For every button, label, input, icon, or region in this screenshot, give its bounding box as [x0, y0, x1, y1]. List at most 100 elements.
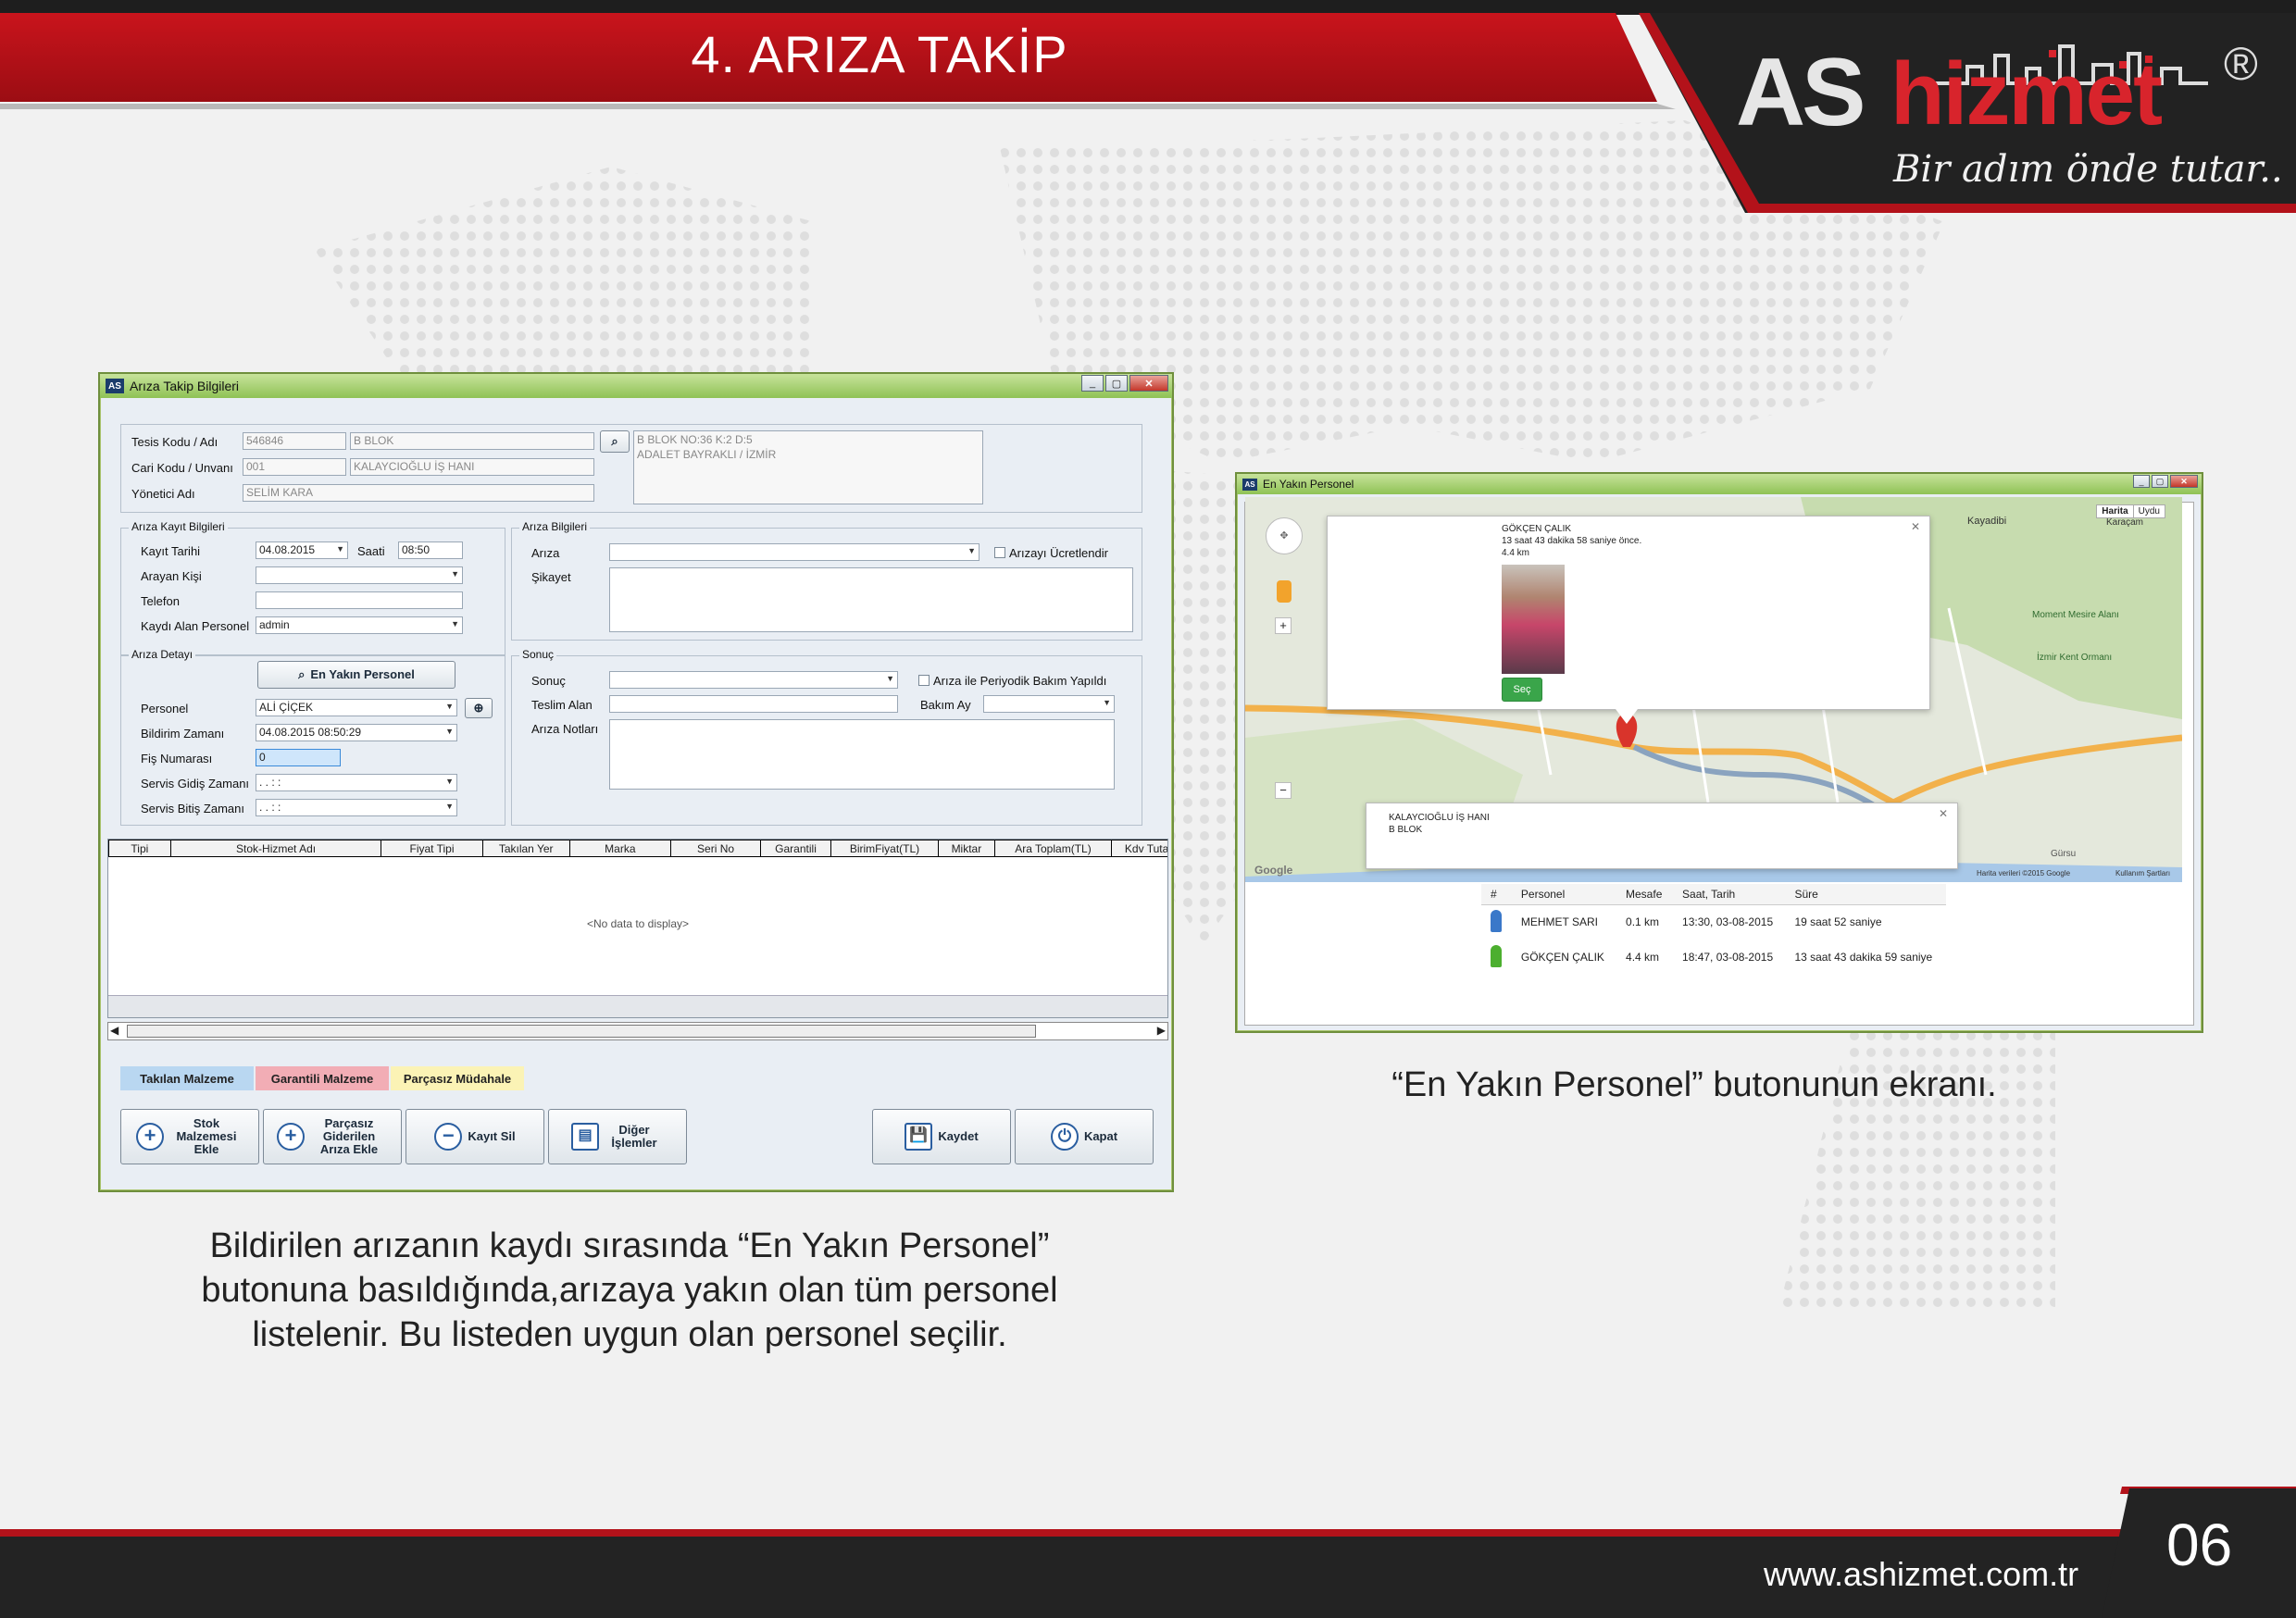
map-close-button[interactable]: ✕ — [2170, 475, 2198, 488]
kaydet-button[interactable]: 💾 Kaydet — [872, 1109, 1011, 1164]
ariza-label: Arıza — [531, 546, 560, 560]
pegman-icon[interactable] — [1277, 580, 1292, 603]
gidis-picker[interactable]: . . : : — [256, 774, 457, 791]
kayit-sil-button[interactable]: − Kayıt Sil — [406, 1109, 544, 1164]
person-icon-cell — [1481, 904, 1512, 940]
place-kent-ormani: İzmir Kent Ormanı — [2037, 653, 2113, 663]
map-type-uydu[interactable]: Uydu — [2134, 505, 2165, 517]
grid-column-header[interactable]: Takılan Yer — [481, 840, 570, 857]
personel-name: GÖKÇEN ÇALIK — [1520, 951, 1604, 964]
teslim-field[interactable] — [609, 695, 898, 713]
sonuc-label: Sonuç — [531, 674, 566, 688]
stok-button-label: Stok Malzemesi Ekle — [176, 1116, 237, 1156]
minimize-button[interactable]: _ — [1081, 375, 1104, 392]
pan-control-icon[interactable]: ✥ — [1266, 517, 1303, 554]
personel-combo[interactable]: ALİ ÇİÇEK — [256, 699, 457, 716]
tesis-adi-field[interactable]: B BLOK — [350, 432, 594, 450]
map-maximize-button[interactable]: ▢ — [2152, 475, 2168, 488]
window-titlebar[interactable]: AS Arıza Takip Bilgileri — [100, 374, 1172, 398]
kayit-tarihi-picker[interactable]: 04.08.2015 — [256, 541, 348, 559]
notlar-textarea[interactable] — [609, 719, 1115, 790]
grid-column-header[interactable]: Stok-Hizmet Adı — [169, 840, 382, 857]
bakim-ay-combo[interactable] — [983, 695, 1115, 713]
ucretli-checkbox[interactable] — [994, 547, 1005, 558]
cari-kodu-field[interactable]: 001 — [243, 458, 346, 476]
diger-islemler-button[interactable]: ▤ Diğer İşlemler — [548, 1109, 687, 1164]
tesis-search-button[interactable]: ⌕ — [600, 430, 630, 453]
zoom-out-button[interactable]: − — [1275, 782, 1292, 799]
bubble-close-icon[interactable]: ✕ — [1911, 520, 1920, 533]
periyodik-label: Arıza ile Periyodik Bakım Yapıldı — [933, 674, 1107, 688]
grid-column-header[interactable]: BirimFiyat(TL) — [830, 840, 940, 857]
stok-malzemesi-ekle-button[interactable]: + Stok Malzemesi Ekle — [120, 1109, 259, 1164]
bubble1-name: GÖKÇEN ÇALIK — [1502, 524, 1572, 534]
ariza-combo[interactable] — [609, 543, 980, 561]
caption-left: Bildirilen arızanın kaydı sırasında “En … — [201, 1226, 1058, 1354]
grid-column-header[interactable]: Marka — [568, 840, 671, 857]
scroll-left-icon[interactable]: ◀ — [110, 1024, 119, 1037]
place-karacam: Karaçam — [2106, 517, 2144, 528]
grid-column-header[interactable]: Seri No — [669, 840, 762, 857]
ptable-column-header: Mesafe — [1616, 884, 1674, 905]
sec-button[interactable]: Seç — [1502, 678, 1542, 702]
personel-time: 13:30, 03-08-2015 — [1682, 915, 1774, 929]
website-link[interactable]: www.ashizmet.com.tr — [1764, 1555, 2078, 1594]
maximize-button[interactable]: ▢ — [1105, 375, 1128, 392]
cari-label: Cari Kodu / Unvanı — [131, 461, 233, 475]
close-button[interactable]: ✕ — [1129, 375, 1168, 392]
personel-row[interactable]: GÖKÇEN ÇALIK 4.4 km 18:47, 03-08-2015 13 sa… — [1481, 940, 1946, 975]
ptable-column-header: Saat, Tarih — [1673, 884, 1786, 905]
fis-field[interactable]: 0 — [256, 749, 341, 766]
arayan-label: Arayan Kişi — [141, 569, 202, 583]
kaydi-alan-combo[interactable]: admin — [256, 616, 463, 634]
saati-spinner[interactable]: 08:50 — [398, 541, 463, 559]
top-bar — [0, 0, 2296, 15]
zoom-in-button[interactable]: + — [1275, 617, 1292, 634]
personel-name: MEHMET SARI — [1520, 915, 1599, 929]
sikayet-textarea[interactable] — [609, 567, 1133, 632]
bitis-picker[interactable]: . . : : — [256, 799, 457, 816]
map-type-harita[interactable]: Harita — [2097, 505, 2134, 517]
personel-label: Personel — [141, 702, 189, 716]
sonuc-combo[interactable] — [609, 671, 898, 689]
en-yakin-personel-button[interactable]: ⌕ En Yakın Personel — [257, 661, 455, 689]
person-icon — [1491, 909, 1502, 932]
sonuc-group-title: Sonuç — [519, 648, 557, 661]
telefon-field[interactable] — [256, 591, 463, 609]
parcasiz-ariza-ekle-button[interactable]: + Parçasız Giderilen Arıza Ekle — [263, 1109, 402, 1164]
personel-add-button[interactable]: ⊕ — [465, 698, 493, 718]
google-logo: Google — [1254, 864, 1293, 877]
map-window-titlebar[interactable]: AS En Yakın Personel — [1237, 474, 2202, 494]
scroll-right-icon[interactable]: ▶ — [1157, 1024, 1166, 1037]
tesis-kodu-field[interactable]: 546846 — [243, 432, 346, 450]
map-type-control: Harita Uydu — [2096, 504, 2165, 518]
arayan-combo[interactable] — [256, 566, 463, 584]
grid-column-header[interactable]: Fiyat Tipi — [381, 840, 483, 857]
grid-column-header[interactable]: Ara Toplam(TL) — [993, 840, 1113, 857]
cari-unvan-field[interactable]: KALAYCIOĞLU İŞ HANI — [350, 458, 594, 476]
address-box[interactable]: B BLOK NO:36 K:2 D:5 ADALET BAYRAKLI / İ… — [633, 430, 983, 504]
malzeme-grid[interactable]: Tipi Stok-Hizmet Adı Fiyat Tipi Takılan Yer… — [107, 839, 1168, 1018]
fis-label: Fiş Numarası — [141, 752, 213, 765]
periyodik-checkbox[interactable] — [918, 675, 930, 686]
bildirim-picker[interactable]: 04.08.2015 08:50:29 — [256, 724, 457, 741]
grid-column-header[interactable]: Kdv Tuta — [1111, 840, 1167, 857]
map-terms[interactable]: Kullanım Şartları — [2115, 869, 2170, 877]
personel-row[interactable]: MEHMET SARI 0.1 km 13:30, 03-08-2015 19 saa… — [1481, 904, 1946, 940]
grid-column-header[interactable]: Tipi — [108, 840, 171, 857]
yonetici-field[interactable]: SELİM KARA — [243, 484, 594, 502]
malzeme-grid-table: Tipi Stok-Hizmet Adı Fiyat Tipi Takılan Yer… — [108, 840, 1167, 857]
kapat-button[interactable]: ⏻ Kapat — [1015, 1109, 1154, 1164]
bubble2-close-icon[interactable]: ✕ — [1939, 807, 1948, 820]
bubble1-dist: 4.4 km — [1502, 548, 1530, 558]
ptable-column-header: Süre — [1785, 884, 1946, 905]
google-map[interactable]: Harita Uydu ✥ + − Kayadibi Karaçam Momen… — [1245, 497, 2182, 882]
ptable-body: MEHMET SARI 0.1 km 13:30, 03-08-2015 19 saa… — [1481, 904, 1946, 975]
add-icon: + — [277, 1123, 305, 1151]
scroll-thumb[interactable] — [127, 1025, 1036, 1038]
address-line2: ADALET BAYRAKLI / İZMİR — [637, 448, 777, 461]
map-minimize-button[interactable]: _ — [2133, 475, 2150, 488]
horizontal-scrollbar[interactable]: ◀ ▶ — [107, 1022, 1168, 1040]
grid-column-header[interactable]: Garantili — [760, 840, 831, 857]
grid-column-header[interactable]: Miktar — [938, 840, 995, 857]
